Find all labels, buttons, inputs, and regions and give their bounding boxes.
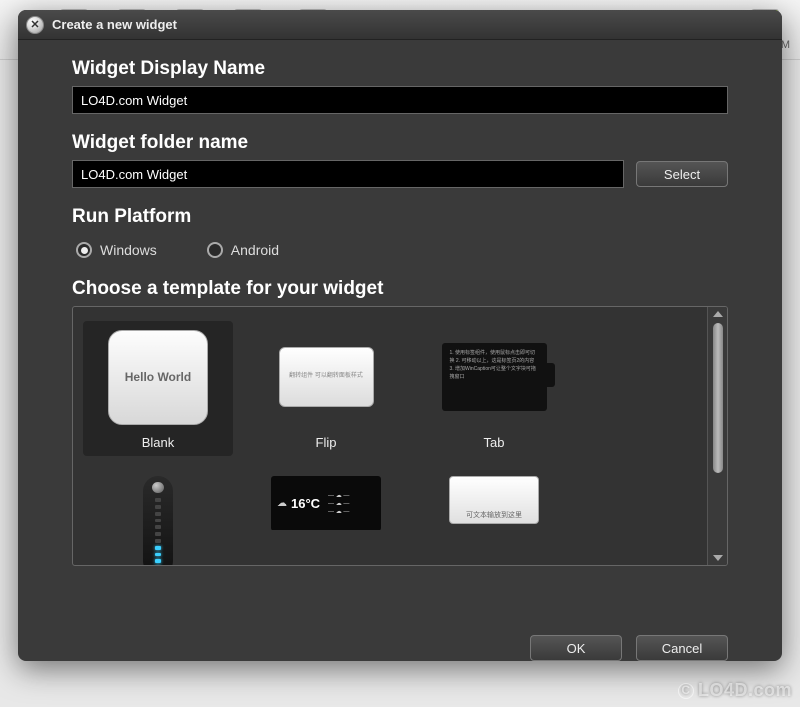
- template-label: Blank: [142, 435, 175, 450]
- watermark: CLO4D.com: [678, 680, 792, 701]
- template-flip[interactable]: 翻转组件 可以翻转面板样式 Flip: [251, 321, 401, 456]
- radio-icon: [76, 242, 92, 258]
- platform-android-radio[interactable]: Android: [207, 242, 279, 258]
- radio-label: Windows: [100, 242, 157, 258]
- template-scrollbar[interactable]: [707, 307, 727, 565]
- scroll-thumb[interactable]: [713, 323, 723, 473]
- display-name-input[interactable]: [72, 86, 728, 114]
- cancel-button[interactable]: Cancel: [636, 635, 728, 661]
- template-thumb: ☁ 16°C — ☁ —— ☁ —— ☁ —: [271, 476, 381, 530]
- platform-radio-group: Windows Android: [76, 242, 728, 258]
- template-thumb: Hello World: [108, 330, 208, 425]
- dialog-titlebar[interactable]: ✕ Create a new widget: [18, 10, 782, 40]
- ok-button[interactable]: OK: [530, 635, 622, 661]
- template-label: Tab: [484, 435, 505, 450]
- select-folder-button[interactable]: Select: [636, 161, 728, 187]
- platform-windows-radio[interactable]: Windows: [76, 242, 157, 258]
- template-tab[interactable]: 1. 使用标签组件，使用鼠标点击即可切换 2. 可移动以上，这是标签页2的内容 …: [419, 321, 569, 456]
- template-volume[interactable]: Volume: [83, 470, 233, 565]
- folder-name-label: Widget folder name: [72, 132, 728, 154]
- display-name-label: Widget Display Name: [72, 58, 728, 80]
- radio-icon: [207, 242, 223, 258]
- close-icon[interactable]: ✕: [26, 16, 44, 34]
- template-picker: Hello World Blank 翻转组件 可以翻转面板样式 Flip 1. …: [72, 306, 728, 566]
- template-thumb: [143, 476, 173, 565]
- dialog-title: Create a new widget: [52, 17, 177, 32]
- template-grid: Hello World Blank 翻转组件 可以翻转面板样式 Flip 1. …: [73, 307, 707, 565]
- template-card[interactable]: 可文本输放到这里: [419, 470, 569, 530]
- template-thumb: 1. 使用标签组件，使用鼠标点击即可切换 2. 可移动以上，这是标签页2的内容 …: [442, 343, 547, 411]
- radio-label: Android: [231, 242, 279, 258]
- template-weather[interactable]: ☁ 16°C — ☁ —— ☁ —— ☁ —: [251, 470, 401, 530]
- dialog-content: Widget Display Name Widget folder name S…: [18, 40, 782, 617]
- choose-template-label: Choose a template for your widget: [72, 278, 728, 300]
- run-platform-label: Run Platform: [72, 206, 728, 228]
- template-label: Flip: [316, 435, 337, 450]
- template-thumb: 翻转组件 可以翻转面板样式: [279, 347, 374, 407]
- template-thumb: 可文本输放到这里: [449, 476, 539, 524]
- scroll-up-icon[interactable]: [713, 311, 723, 317]
- create-widget-dialog: ✕ Create a new widget Widget Display Nam…: [18, 10, 782, 661]
- scroll-down-icon[interactable]: [713, 555, 723, 561]
- folder-name-input[interactable]: [72, 160, 624, 188]
- template-blank[interactable]: Hello World Blank: [83, 321, 233, 456]
- dialog-button-row: OK Cancel: [18, 617, 782, 661]
